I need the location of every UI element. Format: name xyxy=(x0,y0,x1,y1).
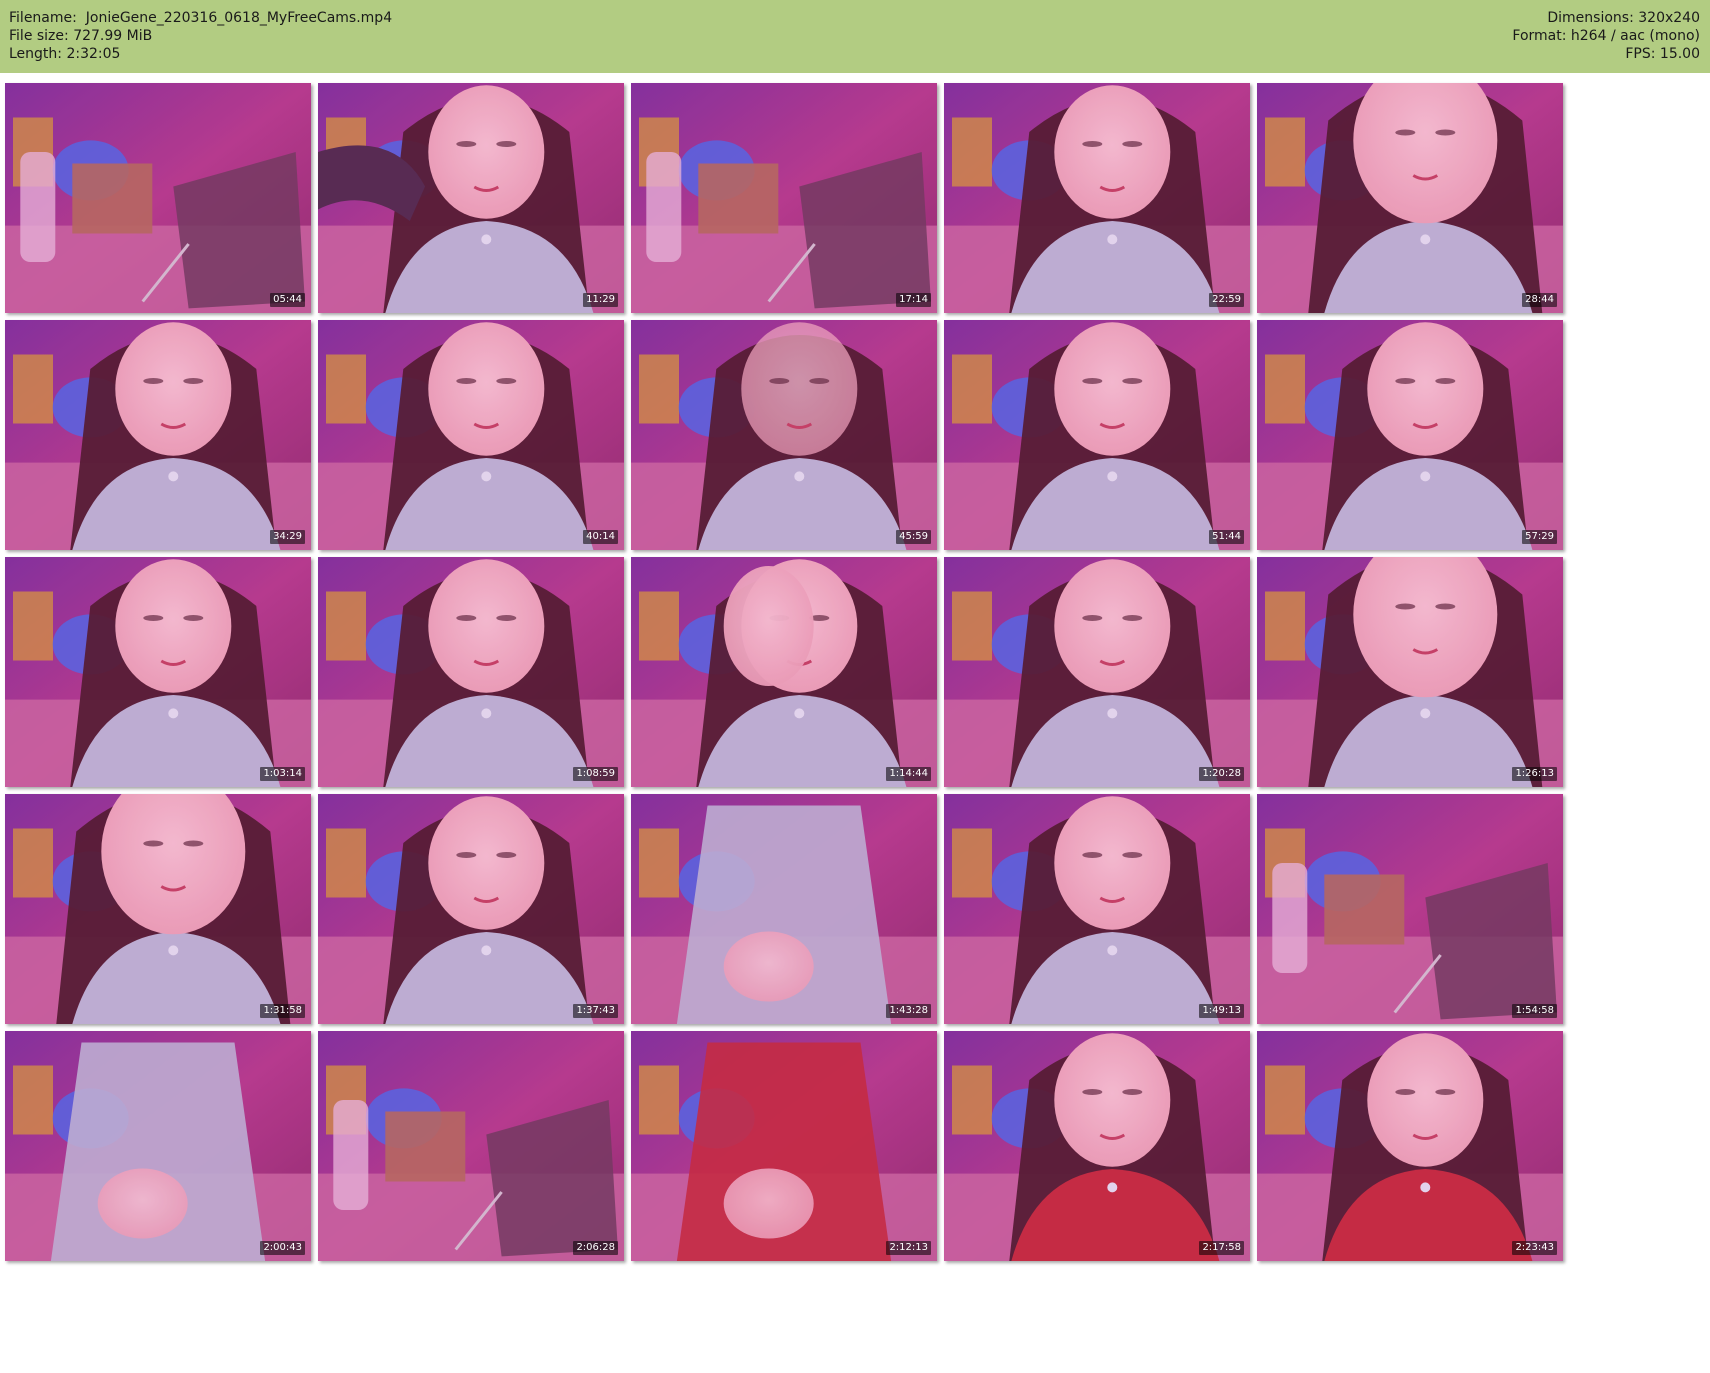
length-label: Length: xyxy=(9,46,63,62)
dimensions-label: Dimensions: xyxy=(1547,10,1634,26)
timestamp-label: 1:26:13 xyxy=(1512,767,1557,781)
video-thumbnail: 1:31:58 xyxy=(5,794,311,1024)
timestamp-label: 05:44 xyxy=(270,293,305,307)
video-thumbnail: 22:59 xyxy=(944,83,1250,313)
thumbnail-image xyxy=(1257,83,1563,313)
timestamp-label: 22:59 xyxy=(1209,293,1244,307)
thumbnail-image xyxy=(5,557,311,787)
video-thumbnail: 57:29 xyxy=(1257,320,1563,550)
video-thumbnail: 1:20:28 xyxy=(944,557,1250,787)
filesize-label: File size: xyxy=(9,28,69,44)
video-thumbnail: 17:14 xyxy=(631,83,937,313)
file-info-right: Dimensions: 320x240 Format: h264 / aac (… xyxy=(1512,9,1700,63)
timestamp-label: 2:12:13 xyxy=(886,1241,931,1255)
format-label: Format: xyxy=(1512,28,1567,44)
thumbnail-image xyxy=(318,557,624,787)
timestamp-label: 1:03:14 xyxy=(260,767,305,781)
filesize-value: 727.99 MiB xyxy=(73,28,153,44)
video-thumbnail: 1:37:43 xyxy=(318,794,624,1024)
thumbnail-image xyxy=(5,83,311,313)
thumbnail-image xyxy=(1257,1031,1563,1261)
timestamp-label: 1:31:58 xyxy=(260,1004,305,1018)
thumbnail-image xyxy=(5,1031,311,1261)
timestamp-label: 57:29 xyxy=(1522,530,1557,544)
thumbnail-image xyxy=(944,794,1250,1024)
filename-label: Filename: xyxy=(9,10,77,26)
thumbnail-image xyxy=(944,320,1250,550)
thumbnail-grid: 05:44 11:29 17:14 22:59 28:44 34:29 40:1… xyxy=(5,83,1705,1368)
thumbnail-image xyxy=(944,1031,1250,1261)
video-thumbnail: 28:44 xyxy=(1257,83,1563,313)
timestamp-label: 2:17:58 xyxy=(1199,1241,1244,1255)
timestamp-label: 2:06:28 xyxy=(573,1241,618,1255)
thumbnail-image xyxy=(631,83,937,313)
thumbnail-image xyxy=(1257,794,1563,1024)
video-thumbnail: 1:49:13 xyxy=(944,794,1250,1024)
timestamp-label: 1:37:43 xyxy=(573,1004,618,1018)
thumbnail-image xyxy=(5,320,311,550)
thumbnail-image xyxy=(944,83,1250,313)
video-thumbnail: 2:17:58 xyxy=(944,1031,1250,1261)
timestamp-label: 17:14 xyxy=(896,293,931,307)
thumbnail-image xyxy=(631,320,937,550)
timestamp-label: 45:59 xyxy=(896,530,931,544)
timestamp-label: 11:29 xyxy=(583,293,618,307)
video-thumbnail: 11:29 xyxy=(318,83,624,313)
dimensions-value: 320x240 xyxy=(1638,10,1700,26)
timestamp-label: 1:20:28 xyxy=(1199,767,1244,781)
timestamp-label: 1:54:58 xyxy=(1512,1004,1557,1018)
video-thumbnail: 1:43:28 xyxy=(631,794,937,1024)
timestamp-label: 2:00:43 xyxy=(260,1241,305,1255)
timestamp-label: 2:23:43 xyxy=(1512,1241,1557,1255)
timestamp-label: 40:14 xyxy=(583,530,618,544)
filename-value: JonieGene_220316_0618_MyFreeCams.mp4 xyxy=(85,10,393,26)
video-thumbnail: 2:12:13 xyxy=(631,1031,937,1261)
video-thumbnail: 1:08:59 xyxy=(318,557,624,787)
thumbnail-image xyxy=(631,794,937,1024)
file-info-left: Filename: JonieGene_220316_0618_MyFreeCa… xyxy=(9,9,392,63)
timestamp-label: 34:29 xyxy=(270,530,305,544)
video-thumbnail: 45:59 xyxy=(631,320,937,550)
thumbnail-image xyxy=(1257,557,1563,787)
thumbnail-image xyxy=(631,1031,937,1261)
info-header: Filename: JonieGene_220316_0618_MyFreeCa… xyxy=(0,0,1710,73)
video-thumbnail: 2:06:28 xyxy=(318,1031,624,1261)
timestamp-label: 51:44 xyxy=(1209,530,1244,544)
video-thumbnail: 2:23:43 xyxy=(1257,1031,1563,1261)
length-value: 2:32:05 xyxy=(66,46,121,62)
timestamp-label: 1:43:28 xyxy=(886,1004,931,1018)
timestamp-label: 1:49:13 xyxy=(1199,1004,1244,1018)
timestamp-label: 28:44 xyxy=(1522,293,1557,307)
video-thumbnail: 1:26:13 xyxy=(1257,557,1563,787)
timestamp-label: 1:08:59 xyxy=(573,767,618,781)
thumbnail-image xyxy=(318,1031,624,1261)
format-value: h264 / aac (mono) xyxy=(1570,28,1700,44)
video-thumbnail: 05:44 xyxy=(5,83,311,313)
video-thumbnail: 51:44 xyxy=(944,320,1250,550)
thumbnail-image xyxy=(318,83,624,313)
video-thumbnail: 1:54:58 xyxy=(1257,794,1563,1024)
fps-value: 15.00 xyxy=(1659,46,1700,62)
thumbnail-image xyxy=(1257,320,1563,550)
video-thumbnail: 1:03:14 xyxy=(5,557,311,787)
thumbnail-image xyxy=(318,794,624,1024)
thumbnail-image xyxy=(318,320,624,550)
video-thumbnail: 2:00:43 xyxy=(5,1031,311,1261)
thumbnail-image xyxy=(944,557,1250,787)
timestamp-label: 1:14:44 xyxy=(886,767,931,781)
fps-label: FPS: xyxy=(1625,46,1656,62)
thumbnail-image xyxy=(5,794,311,1024)
thumbnail-image xyxy=(631,557,937,787)
video-thumbnail: 40:14 xyxy=(318,320,624,550)
video-thumbnail: 34:29 xyxy=(5,320,311,550)
video-thumbnail: 1:14:44 xyxy=(631,557,937,787)
